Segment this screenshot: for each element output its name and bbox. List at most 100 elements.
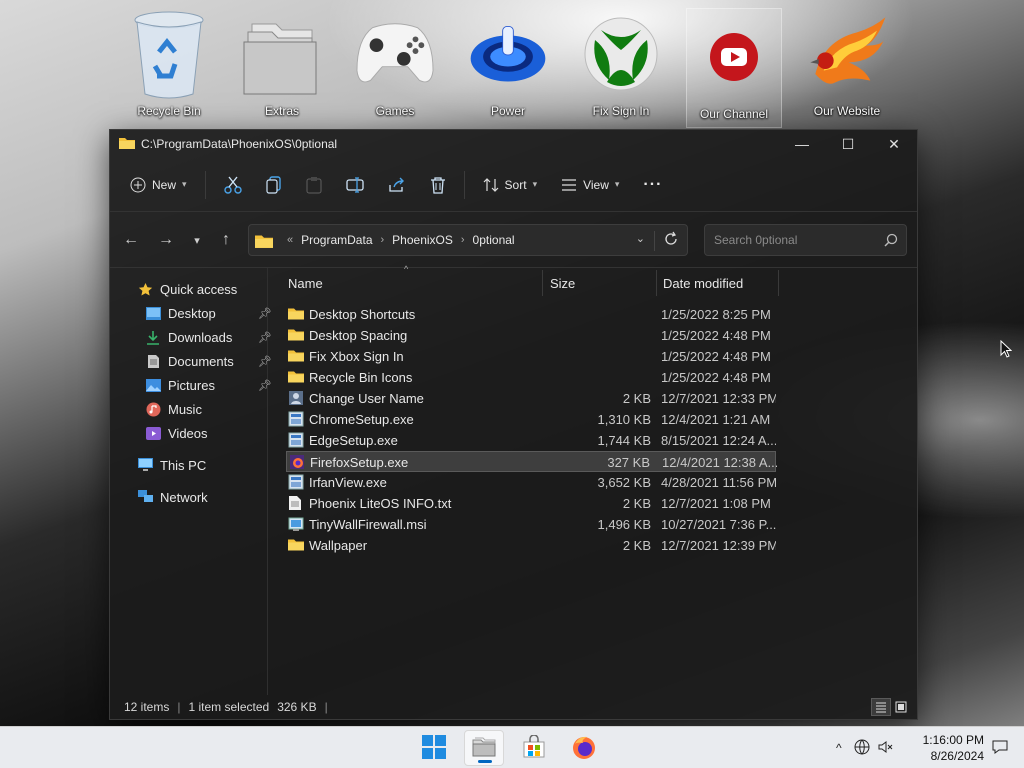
nav-videos[interactable]: Videos [144, 422, 208, 444]
file-row[interactable]: Phoenix LiteOS INFO.txt 2 KB 12/7/2021 1:0… [286, 493, 776, 514]
file-row[interactable]: EdgeSetup.exe 1,744 KB 8/15/2021 12:24 A..… [286, 430, 776, 451]
cut-button[interactable] [218, 169, 248, 201]
column-name[interactable]: Name [288, 276, 323, 291]
document-icon [144, 352, 162, 370]
file-row[interactable]: Wallpaper 2 KB 12/7/2021 12:39 PM [286, 535, 776, 556]
nav-documents[interactable]: Documents 📌︎ [144, 350, 272, 372]
file-row[interactable]: Desktop Shortcuts 1/25/2022 8:25 PM [286, 304, 776, 325]
copy-icon [265, 175, 282, 194]
desktop-icon-games[interactable]: Games [347, 6, 443, 126]
rename-button[interactable] [340, 169, 370, 201]
share-button[interactable] [382, 169, 412, 201]
more-options-button[interactable]: ··· [637, 169, 668, 201]
chevron-down-icon: ▾ [182, 179, 187, 189]
sort-button[interactable]: Sort ▾ [477, 169, 544, 201]
paste-button[interactable] [300, 169, 328, 201]
start-button[interactable] [414, 730, 454, 766]
clock-date: 8/26/2024 [930, 749, 984, 763]
file-row[interactable]: Change User Name 2 KB 12/7/2021 12:33 PM [286, 388, 776, 409]
address-dropdown-icon[interactable]: ⌄ [636, 232, 645, 245]
file-row[interactable]: Recycle Bin Icons 1/25/2022 4:48 PM [286, 367, 776, 388]
refresh-icon[interactable] [663, 231, 679, 250]
column-divider[interactable] [656, 270, 657, 296]
up-button[interactable]: ↑ [211, 225, 241, 255]
address-divider [654, 231, 655, 251]
desktop-icon-label: Our Channel [699, 107, 769, 121]
search-icon[interactable] [884, 233, 898, 250]
speaker-muted-icon[interactable] [878, 739, 894, 758]
back-button[interactable]: ← [116, 225, 146, 255]
recent-locations-button[interactable]: ▾ [182, 225, 212, 255]
file-row[interactable]: ChromeSetup.exe 1,310 KB 12/4/2021 1:21 AM [286, 409, 776, 430]
file-row[interactable]: Desktop Spacing 1/25/2022 4:48 PM [286, 325, 776, 346]
nav-label: Documents [168, 353, 234, 369]
nav-downloads[interactable]: Downloads 📌︎ [144, 326, 272, 348]
pin-icon: 📌︎ [258, 307, 272, 320]
file-row[interactable]: TinyWallFirewall.msi 1,496 KB 10/27/2021 7… [286, 514, 776, 535]
view-button[interactable]: View ▾ [555, 169, 625, 201]
file-row[interactable]: FirefoxSetup.exe 327 KB 12/4/2021 12:38 A.… [286, 451, 777, 472]
taskbar-file-explorer[interactable] [464, 730, 504, 766]
plus-circle-icon [130, 177, 146, 193]
title-bar[interactable]: C:\ProgramData\PhoenixOS\0ptional — ☐ ✕ [110, 130, 917, 158]
nav-label: Network [160, 489, 208, 505]
desktop-icon-fix-sign-in[interactable]: Fix Sign In [573, 6, 669, 126]
sort-indicator-icon: ^ [404, 264, 409, 274]
file-row[interactable]: Fix Xbox Sign In 1/25/2022 4:48 PM [286, 346, 776, 367]
close-button[interactable]: ✕ [871, 130, 917, 158]
taskbar-store[interactable] [514, 730, 554, 766]
breadcrumb-item[interactable]: ProgramData [301, 233, 372, 247]
file-row[interactable]: IrfanView.exe 3,652 KB 4/28/2021 11:56 PM [286, 472, 776, 493]
file-name: Desktop Shortcuts [309, 307, 416, 322]
system-tray: ^ [836, 727, 894, 768]
desktop-icon-our-website[interactable]: Our Website [799, 6, 895, 126]
search-input[interactable] [705, 225, 865, 255]
breadcrumb-item[interactable]: 0ptional [473, 233, 515, 247]
breadcrumb-overflow[interactable]: « [287, 234, 293, 246]
column-divider[interactable] [778, 270, 779, 296]
forward-button[interactable]: → [151, 225, 181, 255]
nav-quick-access[interactable]: Quick access [136, 278, 237, 300]
text-file-icon [288, 495, 304, 511]
chevron-right-icon[interactable]: › [461, 234, 465, 246]
computer-icon [136, 456, 154, 474]
maximize-button[interactable]: ☐ [825, 130, 871, 158]
firefox-icon [571, 734, 597, 763]
nav-network[interactable]: Network [136, 486, 208, 508]
desktop-icon-recycle-bin[interactable]: Recycle Bin [121, 6, 217, 126]
file-size: 2 KB [622, 391, 651, 406]
notification-icon [992, 740, 1008, 758]
nav-pictures[interactable]: Pictures 📌︎ [144, 374, 272, 396]
desktop-icon-extras[interactable]: Extras [234, 6, 330, 126]
nav-this-pc[interactable]: This PC [136, 454, 206, 476]
file-name: Change User Name [309, 391, 424, 406]
notifications-button[interactable] [992, 739, 1008, 758]
nav-label: This PC [160, 457, 207, 473]
file-size: 1,496 KB [597, 517, 652, 532]
column-date-modified[interactable]: Date modified [663, 276, 743, 291]
video-icon [144, 424, 162, 442]
clock[interactable]: 1:16:00 PM 8/26/2024 [906, 732, 984, 764]
details-view-button[interactable] [871, 698, 891, 716]
xbox-icon [581, 6, 661, 102]
column-divider[interactable] [542, 270, 543, 296]
tiles-view-button[interactable] [891, 698, 911, 716]
breadcrumb-item[interactable]: PhoenixOS [392, 233, 453, 247]
nav-desktop[interactable]: Desktop 📌︎ [144, 302, 272, 324]
chevron-down-icon: ▾ [532, 179, 538, 189]
column-size[interactable]: Size [550, 276, 575, 291]
nav-music[interactable]: Music [144, 398, 202, 420]
desktop-icon-our-channel[interactable]: Our Channel [686, 8, 782, 128]
chevron-up-icon[interactable]: ^ [836, 741, 842, 755]
taskbar-firefox[interactable] [564, 730, 604, 766]
desktop-icon-power[interactable]: Power [460, 6, 556, 126]
new-button[interactable]: New ▾ [124, 169, 193, 201]
copy-button[interactable] [260, 169, 288, 201]
chevron-right-icon[interactable]: › [381, 234, 385, 246]
delete-button[interactable] [424, 169, 452, 201]
language-icon[interactable] [854, 739, 870, 758]
file-size: 3,652 KB [597, 475, 652, 490]
minimize-button[interactable]: — [779, 130, 825, 158]
address-bar[interactable]: « ProgramData › PhoenixOS › 0ptional ⌄ [248, 224, 688, 256]
file-size: 2 KB [622, 538, 651, 553]
